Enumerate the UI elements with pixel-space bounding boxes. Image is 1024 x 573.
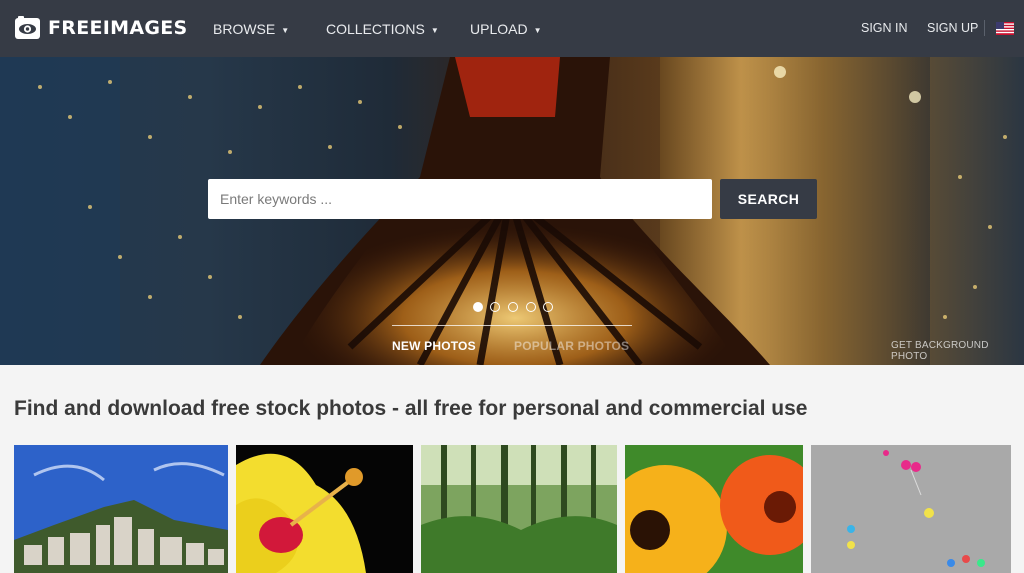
brand-name: FREEIMAGES [48,17,188,39]
camera-eye-icon [15,16,40,39]
slide-dot[interactable] [526,302,536,312]
nav-collections-label: COLLECTIONS [326,21,425,37]
gerbera-flowers-photo[interactable] [625,445,803,573]
header-divider [984,20,985,36]
slide-dot[interactable] [543,302,553,312]
hero-tabs-divider [392,325,632,326]
search-input[interactable] [208,179,712,219]
slide-dot[interactable] [508,302,518,312]
hillside-town-photo[interactable] [14,445,228,573]
caret-down-icon: ▼ [430,25,439,35]
balloons-photo[interactable] [811,445,1011,573]
nav-upload[interactable]: UPLOAD ▼ [470,20,542,38]
page-headline: Find and download free stock photos - al… [14,397,808,420]
slide-dot-active[interactable] [473,302,483,312]
nav-browse[interactable]: BROWSE ▼ [213,20,289,38]
us-flag-icon[interactable] [996,22,1014,35]
caret-down-icon: ▼ [281,25,290,35]
yellow-hibiscus-photo[interactable] [236,445,413,573]
nav-browse-label: BROWSE [213,21,276,37]
search-button[interactable]: SEARCH [720,179,817,219]
tab-popular-photos[interactable]: POPULAR PHOTOS [514,339,629,353]
brand-logo[interactable]: FREEIMAGES [14,15,188,41]
slide-dot[interactable] [490,302,500,312]
nav-collections[interactable]: COLLECTIONS ▼ [326,20,439,38]
caret-down-icon: ▼ [533,25,542,35]
hero-banner: SEARCH NEW PHOTOS POPULAR PHOTOS GET BAC… [0,57,1024,365]
top-navigation-bar: FREEIMAGES BROWSE ▼ COLLECTIONS ▼ UPLOAD… [0,0,1024,57]
sign-up-link[interactable]: SIGN UP [927,21,978,35]
forest-photo[interactable] [421,445,617,573]
get-background-photo-link[interactable]: GET BACKGROUND PHOTO [891,340,1024,362]
tab-new-photos[interactable]: NEW PHOTOS [392,339,476,353]
nav-upload-label: UPLOAD [470,21,528,37]
sign-in-link[interactable]: SIGN IN [861,21,908,35]
